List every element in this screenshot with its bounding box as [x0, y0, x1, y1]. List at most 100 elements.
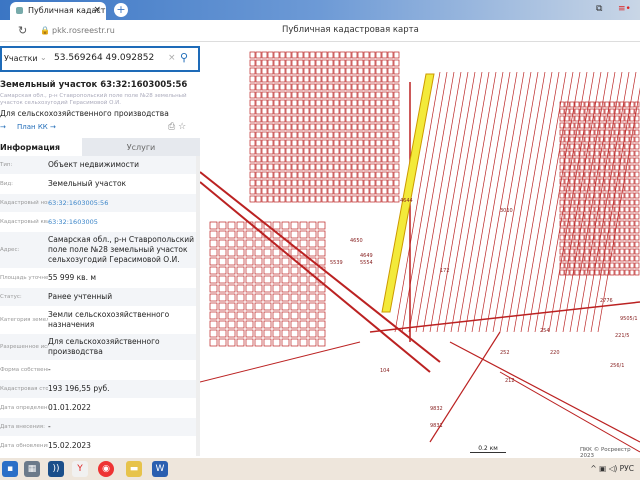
building-plot: [309, 99, 316, 107]
parcel-boundary: [534, 71, 581, 333]
building-plot: [249, 187, 256, 195]
notifications-icon[interactable]: ≡•: [618, 4, 631, 14]
row-label: Кадастровая стоимость:: [0, 386, 48, 392]
building-plot: [339, 75, 346, 83]
building-plot: [303, 195, 310, 203]
building-plot: [255, 179, 262, 187]
building-plot: [249, 99, 256, 107]
tab-services[interactable]: Услуги: [82, 138, 200, 156]
word-icon[interactable]: W: [152, 461, 168, 477]
plan-link-label[interactable]: План КК: [17, 123, 48, 131]
calculator-icon[interactable]: ▦: [24, 461, 40, 477]
building-plot: [315, 83, 322, 91]
print-icon[interactable]: ⎙: [168, 122, 175, 132]
parcel-title: Земельный участок 63:32:1603005:56: [0, 80, 188, 90]
building-plot: [634, 192, 640, 199]
tab-info[interactable]: Информация: [0, 138, 82, 156]
building-plot: [375, 195, 382, 203]
building-plot: [339, 195, 346, 203]
building-plot: [267, 107, 274, 115]
plan-link[interactable]: → План КК →: [0, 123, 56, 131]
building-plot: [609, 171, 615, 178]
building-plot: [285, 163, 292, 171]
building-plot: [375, 155, 382, 163]
browser-tab[interactable]: Публичная кадастровая карта×: [10, 2, 106, 20]
building-plot: [309, 83, 316, 91]
search-input[interactable]: 53.569264 49.092852: [54, 53, 154, 63]
building-plot: [291, 75, 298, 83]
reload-icon[interactable]: ↻: [18, 24, 27, 37]
building-plot: [321, 83, 328, 91]
building-plot: [345, 195, 352, 203]
building-plot: [321, 115, 328, 123]
building-plot: [321, 75, 328, 83]
close-tab-icon[interactable]: ×: [93, 5, 101, 15]
building-plot: [345, 171, 352, 179]
building-plot: [290, 320, 299, 329]
building-plot: [299, 239, 308, 248]
row-value[interactable]: 63:32:1603005: [48, 217, 196, 227]
building-plot: [624, 178, 630, 185]
chevron-up-icon[interactable]: ^: [590, 464, 596, 473]
building-plot: [594, 185, 600, 192]
url-field[interactable]: pkk.rosreestr.ru: [52, 26, 115, 35]
network-app-icon[interactable]: )): [48, 461, 64, 477]
building-plot: [339, 171, 346, 179]
star-icon[interactable]: ☆: [178, 122, 186, 132]
building-plot: [249, 107, 256, 115]
new-tab-button[interactable]: +: [114, 3, 128, 17]
building-plot: [249, 51, 256, 59]
building-plot: [589, 220, 595, 227]
building-plot: [249, 131, 256, 139]
search-icon[interactable]: ⚲: [180, 51, 188, 64]
building-plot: [285, 75, 292, 83]
search-box[interactable]: Участки ⌄ 53.569264 49.092852 × ⚲: [0, 46, 200, 72]
building-plot: [327, 155, 334, 163]
building-plot: [309, 107, 316, 115]
building-plot: [333, 83, 340, 91]
browser-tab-bar: Публичная кадастровая карта× + ⧉ ≡•: [0, 0, 640, 20]
building-plot: [321, 195, 328, 203]
chrome-icon[interactable]: ◉: [98, 461, 114, 477]
collections-icon[interactable]: ⧉: [596, 4, 602, 14]
language-indicator[interactable]: РУС: [620, 464, 634, 473]
volume-icon[interactable]: ◁): [609, 464, 618, 473]
building-plot: [614, 157, 620, 164]
building-plot: [339, 107, 346, 115]
parcel-label: 252: [500, 350, 510, 356]
building-plot: [604, 262, 610, 269]
building-plot: [569, 213, 575, 220]
clear-icon[interactable]: ×: [168, 53, 176, 63]
building-plot: [381, 59, 388, 67]
network-icon[interactable]: ▣: [599, 464, 606, 473]
building-plot: [375, 75, 382, 83]
app-icon[interactable]: ▪: [2, 461, 18, 477]
building-plot: [299, 230, 308, 239]
building-plot: [261, 123, 268, 131]
row-value[interactable]: 63:32:1603005:56: [48, 198, 196, 208]
building-plot: [564, 129, 570, 136]
chevron-down-icon[interactable]: ⌄: [40, 53, 47, 62]
search-category-select[interactable]: Участки: [4, 54, 38, 63]
building-plot: [357, 99, 364, 107]
building-plot: [279, 67, 286, 75]
yandex-icon[interactable]: Y: [72, 461, 88, 477]
building-plot: [559, 199, 565, 206]
building-plot: [634, 157, 640, 164]
building-plot: [333, 59, 340, 67]
building-plot: [263, 338, 272, 347]
row-value: 55 999 кв. м: [48, 273, 97, 282]
parcel-label: 254: [540, 328, 550, 334]
building-plot: [629, 157, 635, 164]
building-plot: [255, 83, 262, 91]
building-plot: [245, 293, 254, 302]
building-plot: [273, 139, 280, 147]
cadastral-map[interactable]: 5539 4644 4650 46495554 254 252 220 256/1 212 104…: [200, 42, 640, 458]
building-plot: [254, 329, 263, 338]
building-plot: [327, 147, 334, 155]
building-plot: [303, 67, 310, 75]
file-explorer-icon[interactable]: ▬: [126, 461, 142, 477]
building-plot: [245, 320, 254, 329]
table-row: Вид: Земельный участок: [0, 175, 196, 194]
building-plot: [629, 136, 635, 143]
